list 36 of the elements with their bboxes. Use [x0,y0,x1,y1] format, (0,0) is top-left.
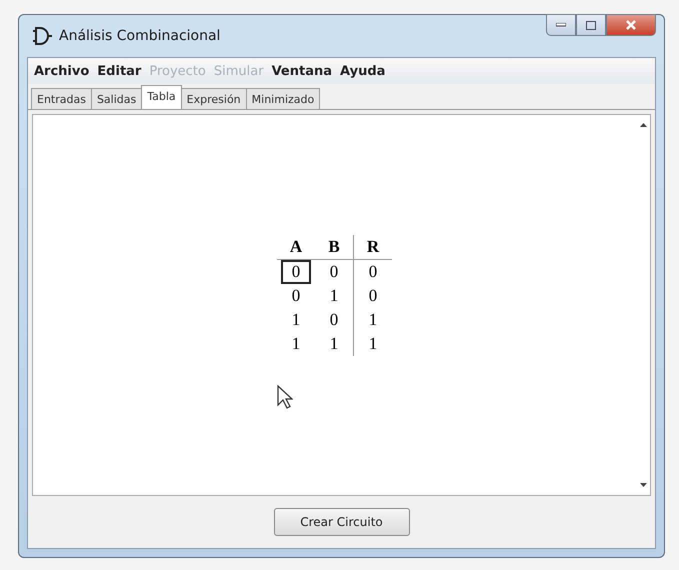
window-title: Análisis Combinacional [59,28,222,44]
maximize-icon [586,20,596,30]
table-cell[interactable]: 1 [358,332,388,356]
menu-item[interactable]: Archivo [34,64,90,78]
tab[interactable]: Tabla [141,85,182,109]
scroll-down-icon[interactable] [640,483,646,487]
menu-item[interactable]: Ayuda [340,64,386,78]
menu-item[interactable]: Ventana [272,64,332,78]
tab[interactable]: Entradas [31,88,92,109]
table-cell[interactable]: 1 [318,284,350,308]
close-icon [626,20,636,30]
minimize-icon [556,23,566,27]
app-icon [31,26,53,46]
table-cell[interactable]: 0 [280,260,312,284]
tab[interactable]: Expresión [180,88,247,109]
close-button[interactable] [606,14,656,36]
mouse-pointer-icon [277,385,293,409]
table-cell[interactable]: 0 [280,284,312,308]
minimize-button[interactable] [546,14,576,36]
table-cell[interactable]: 1 [280,332,312,356]
column-header: R [354,235,392,260]
table-cell[interactable]: 0 [358,284,388,308]
create-circuit-button[interactable]: Crear Circuito [274,508,410,536]
table-cell[interactable]: 0 [318,308,350,332]
table-cell[interactable]: 1 [358,308,388,332]
table-cell[interactable]: 1 [318,332,350,356]
tab[interactable]: Minimizado [246,88,320,109]
table-cell[interactable]: 1 [280,308,312,332]
column-header: B [315,235,354,260]
scroll-up-icon[interactable] [640,123,646,127]
tab[interactable]: Salidas [90,88,142,109]
maximize-button[interactable] [576,14,606,36]
table-cell[interactable]: 0 [318,260,350,284]
column-header: A [277,235,315,260]
menu-item[interactable]: Editar [97,64,142,78]
table-cell[interactable]: 0 [358,260,388,284]
